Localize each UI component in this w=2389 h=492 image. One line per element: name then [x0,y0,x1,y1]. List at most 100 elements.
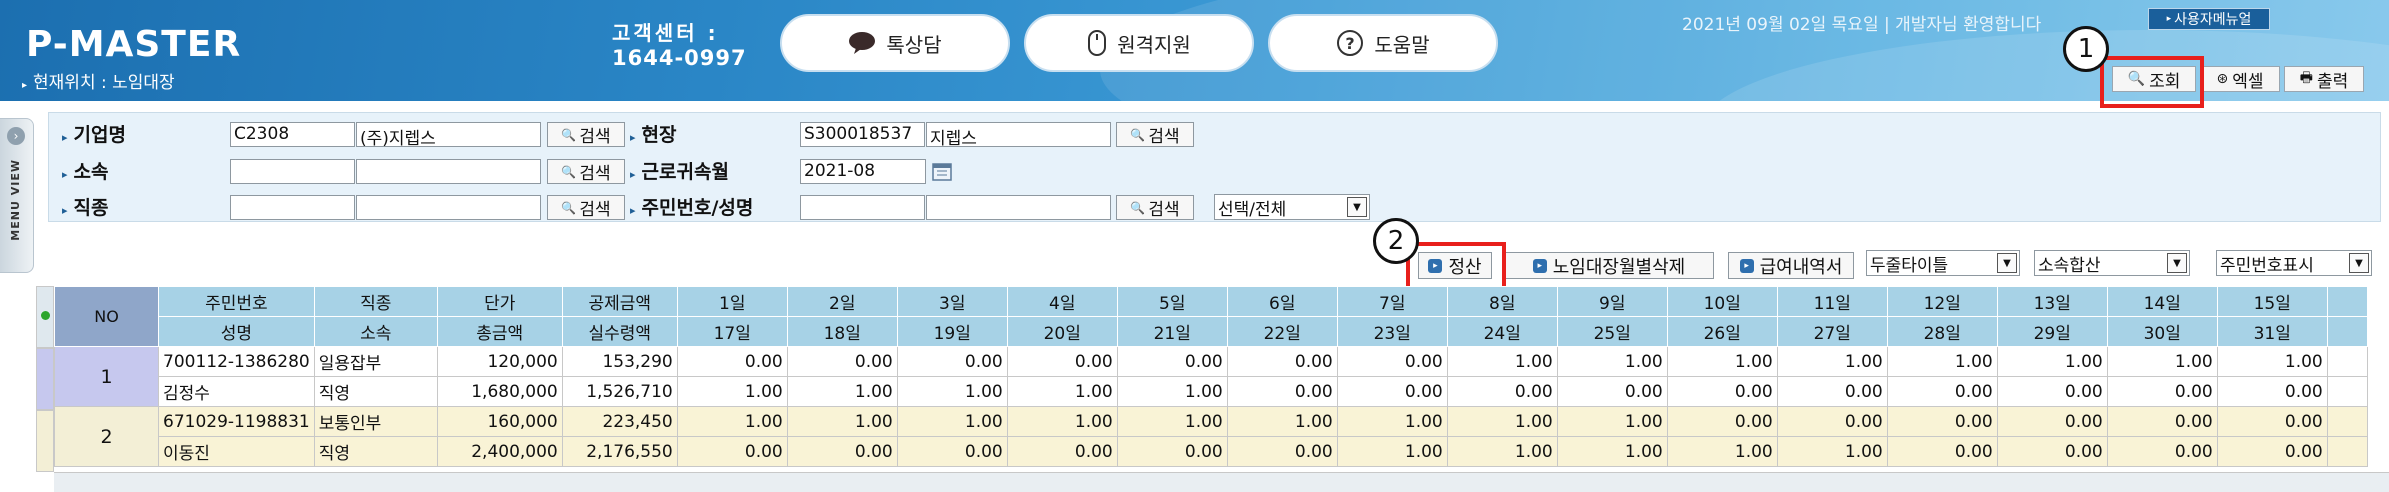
day-value-cell[interactable]: 1.00 [1006,406,1118,437]
day-value-cell[interactable]: 1.00 [1556,406,1668,437]
department-cell[interactable]: 직영 [313,436,438,467]
column-header[interactable]: 8일 [1446,286,1558,317]
day-value-cell[interactable]: 1.00 [2216,346,2328,377]
column-header[interactable]: 30일 [2106,316,2218,347]
column-header[interactable]: 29일 [1996,316,2108,347]
day-value-cell[interactable]: 0.00 [1776,406,1888,437]
day-value-cell[interactable]: 0.00 [2216,376,2328,407]
day-value-cell[interactable]: 0.00 [1996,376,2108,407]
day-value-cell[interactable]: 0.00 [1996,406,2108,437]
dept-code-field[interactable] [230,159,355,184]
day-value-cell[interactable]: 1.00 [1996,346,2108,377]
day-value-cell[interactable]: 0.00 [786,436,898,467]
calendar-icon[interactable] [931,160,953,182]
column-header[interactable]: 1일 [676,286,788,317]
column-header[interactable]: 12일 [1886,286,1998,317]
work-month-field[interactable]: 2021-08 [800,159,926,184]
day-value-cell[interactable]: 1.00 [1446,346,1558,377]
company-code-field[interactable]: C2308 [230,122,355,147]
site-name-field[interactable]: 지렙스 [926,122,1111,147]
horizontal-scrollbar[interactable] [54,472,2389,492]
day-value-cell[interactable]: 1.00 [896,406,1008,437]
day-value-cell[interactable]: 1.00 [1116,406,1228,437]
row-number[interactable]: 2 [54,406,159,467]
row-number[interactable]: 1 [54,346,159,407]
company-name-field[interactable]: (주)지렙스 [356,122,541,147]
column-header[interactable]: 15일 [2216,286,2328,317]
day-value-cell[interactable]: 0.00 [1996,436,2108,467]
day-value-cell[interactable]: 0.00 [896,436,1008,467]
column-header[interactable]: 10일 [1666,286,1778,317]
department-cell[interactable]: 직영 [313,376,438,407]
day-value-cell[interactable]: 1.00 [1226,406,1338,437]
day-value-cell[interactable]: 0.00 [2106,376,2218,407]
day-value-cell[interactable]: 0.00 [1446,376,1558,407]
job-code-field[interactable] [230,195,355,220]
deduction-cell[interactable]: 153,290 [561,346,678,377]
day-value-cell[interactable]: 1.00 [1446,436,1558,467]
day-value-cell[interactable]: 1.00 [1116,376,1228,407]
dept-search-button[interactable]: 🔍 검색 [547,159,625,184]
title-mode-select[interactable]: 두줄타이틀 ▼ [1866,250,2020,276]
delete-monthly-button[interactable]: ▸ 노임대장월별삭제 [1504,252,1714,279]
column-header[interactable]: 11일 [1776,286,1888,317]
day-value-cell[interactable]: 0.00 [1556,376,1668,407]
table-row[interactable]: 김정수 직영 1,680,000 1,526,710 1.00 1.00 1.00 1.00 1… [55,376,2368,407]
brand-logo[interactable]: P-MASTER [26,24,241,65]
total-amount-cell[interactable]: 1,680,000 [436,376,563,407]
column-header[interactable]: 28일 [1886,316,1998,347]
net-pay-cell[interactable]: 1,526,710 [561,376,678,407]
day-value-cell[interactable]: 0.00 [1006,346,1118,377]
column-header[interactable]: 31일 [2216,316,2328,347]
day-value-cell[interactable]: 0.00 [1776,376,1888,407]
job-name-field[interactable] [356,195,541,220]
day-value-cell[interactable]: 1.00 [1776,436,1888,467]
column-header[interactable]: 7일 [1336,286,1448,317]
resident-no-field[interactable] [800,195,925,220]
day-value-cell[interactable]: 0.00 [1116,436,1228,467]
column-header[interactable]: 27일 [1776,316,1888,347]
dept-name-field[interactable] [356,159,541,184]
column-header[interactable]: 5일 [1116,286,1228,317]
resident-display-select[interactable]: 주민번호표시 ▼ [2216,250,2372,276]
column-header[interactable]: 성명 [158,316,315,347]
day-value-cell[interactable]: 1.00 [1336,406,1448,437]
site-search-button[interactable]: 🔍 검색 [1116,122,1194,147]
day-value-cell[interactable]: 0.00 [1886,436,1998,467]
column-header[interactable]: 23일 [1336,316,1448,347]
day-value-cell[interactable]: 1.00 [1776,346,1888,377]
day-value-cell[interactable]: 0.00 [1336,376,1448,407]
column-header[interactable]: 18일 [786,316,898,347]
day-value-cell[interactable]: 1.00 [1336,436,1448,467]
unit-price-cell[interactable]: 160,000 [436,406,563,437]
column-header[interactable]: 총금액 [436,316,563,347]
worker-name-cell[interactable]: 김정수 [158,376,315,407]
day-value-cell[interactable]: 0.00 [2216,436,2328,467]
day-value-cell[interactable]: 0.00 [1666,376,1778,407]
day-value-cell[interactable]: 0.00 [676,436,788,467]
column-header[interactable]: 17일 [676,316,788,347]
column-header[interactable]: 실수령액 [561,316,678,347]
chat-consult-button[interactable]: 톡상담 [780,14,1010,72]
column-header[interactable]: 9일 [1556,286,1668,317]
column-header-no[interactable]: NO [54,286,159,347]
help-button[interactable]: ? 도움말 [1268,14,1498,72]
excel-button[interactable]: ⊛ 엑셀 [2200,66,2280,92]
column-header[interactable]: 26일 [1666,316,1778,347]
column-header[interactable]: 13일 [1996,286,2108,317]
day-value-cell[interactable]: 0.00 [1226,376,1338,407]
day-value-cell[interactable]: 1.00 [1446,406,1558,437]
day-value-cell[interactable]: 1.00 [1006,376,1118,407]
column-header[interactable]: 14일 [2106,286,2218,317]
row-selector[interactable] [36,410,54,472]
deduction-cell[interactable]: 223,450 [561,406,678,437]
company-search-button[interactable]: 🔍 검색 [547,122,625,147]
day-value-cell[interactable]: 1.00 [2106,346,2218,377]
row-selector[interactable] [36,348,54,410]
day-value-cell[interactable]: 1.00 [786,376,898,407]
day-value-cell[interactable]: 1.00 [1666,436,1778,467]
day-value-cell[interactable]: 1.00 [676,376,788,407]
worker-name-cell[interactable]: 이동진 [158,436,315,467]
day-value-cell[interactable]: 0.00 [1886,376,1998,407]
day-value-cell[interactable]: 1.00 [786,406,898,437]
